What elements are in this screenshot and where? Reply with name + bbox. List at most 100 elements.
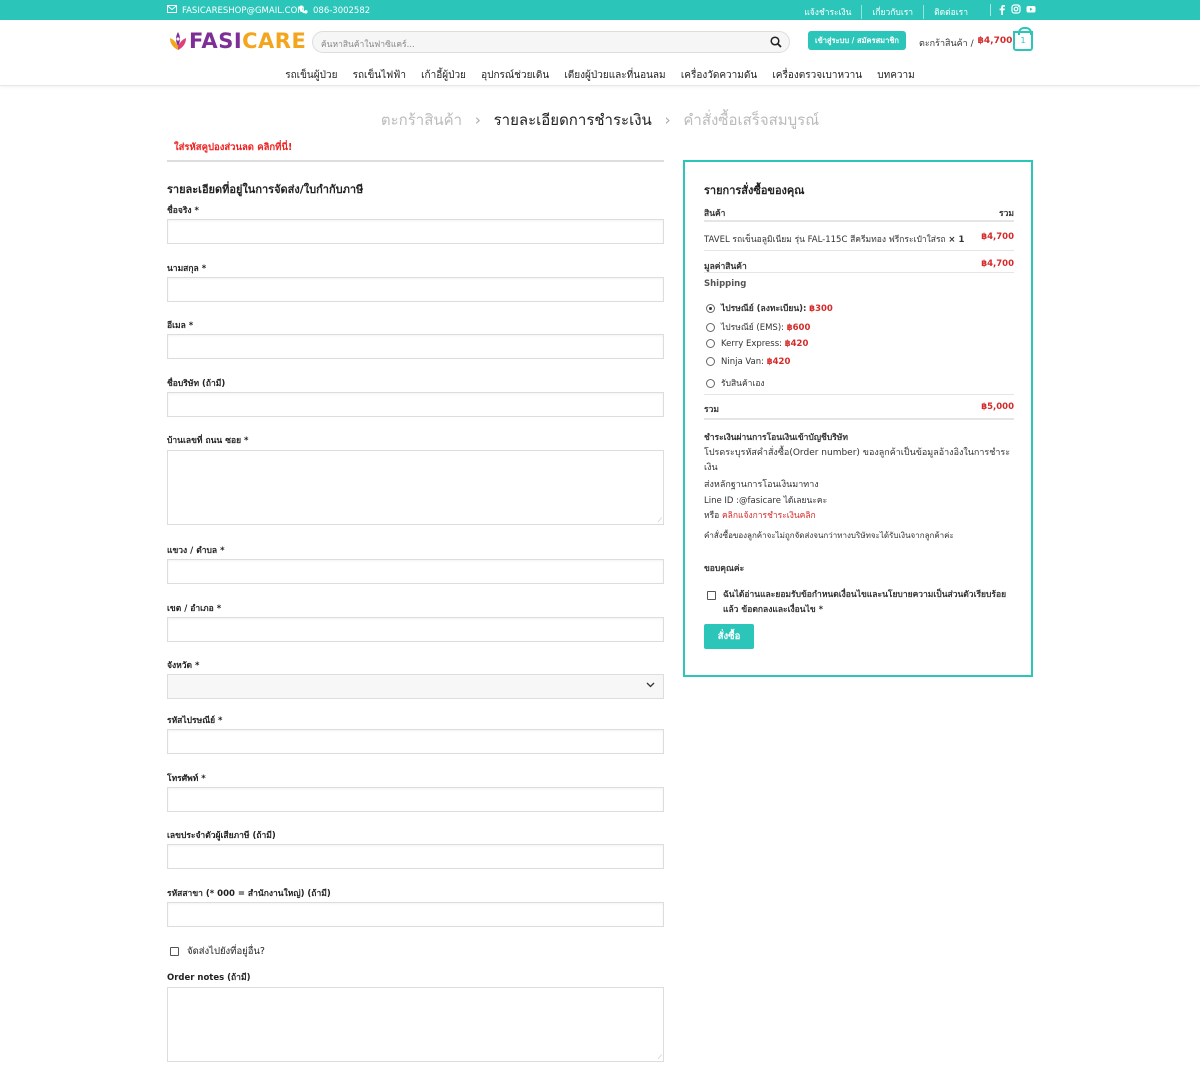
step-checkout[interactable]: รายละเอียดการชำระเงิน xyxy=(494,111,652,129)
top-link-payment[interactable]: แจ้งชำระเงิน xyxy=(794,5,861,19)
shipping-radio[interactable] xyxy=(706,339,715,348)
email-contact[interactable]: FASICARESHOP@GMAIL.COM xyxy=(167,5,305,16)
email-text: FASICARESHOP@GMAIL.COM xyxy=(182,5,305,16)
divider xyxy=(704,250,1014,251)
logo-text-fasi: FASI xyxy=(189,29,243,53)
chevron-down-icon xyxy=(646,681,655,691)
cart-label: ตะกร้าสินค้า / xyxy=(919,39,974,49)
order-notes-label: Order notes (ถ้ามี) xyxy=(167,973,251,983)
terms-checkbox[interactable] xyxy=(707,591,716,600)
nav-item-walking-aids[interactable]: อุปกรณ์ช่วยเดิน xyxy=(475,68,555,83)
search-placeholder: ค้นหาสินค้าในฟาซิแคร์... xyxy=(321,40,415,50)
top-links: แจ้งชำระเงิน เกี่ยวกับเรา ติดต่อเรา xyxy=(794,5,978,19)
last-name-label: นามสกุล * xyxy=(167,264,207,274)
shipping-radio[interactable] xyxy=(706,379,715,388)
cart-count: 1 xyxy=(1020,36,1026,45)
order-review-box: รายการสั่งซื้อของคุณ สินค้า รวม TAVEL รถ… xyxy=(683,160,1033,677)
company-input[interactable] xyxy=(167,392,664,417)
chevron-right-icon: › xyxy=(474,111,481,129)
payment-line-id: Line ID :@fasicare ได้เลยนะคะ xyxy=(704,496,828,506)
coupon-link[interactable]: ใส่รหัสคูปองส่วนลด คลิกที่นี่! xyxy=(174,140,292,155)
district-label: เขต / อำเภอ * xyxy=(167,604,222,614)
email-field[interactable] xyxy=(167,334,664,359)
nav-item-articles[interactable]: บทความ xyxy=(871,68,920,83)
phone-input[interactable] xyxy=(167,787,664,812)
shipping-radio[interactable] xyxy=(706,357,715,366)
tax-id-input[interactable] xyxy=(167,844,664,869)
top-link-about[interactable]: เกี่ยวกับเรา xyxy=(861,5,923,19)
ship-different-address[interactable]: จัดส่งไปยังที่อยู่อื่น? xyxy=(170,944,265,959)
search-input[interactable]: ค้นหาสินค้าในฟาซิแคร์... xyxy=(312,31,790,53)
cart-amount: ฿4,700 xyxy=(977,36,1013,46)
phone-text: 086-3002582 xyxy=(313,6,371,16)
subtotal-label: มูลค่าสินค้า xyxy=(704,262,747,272)
main-nav: รถเข็นผู้ป่วย รถเข็นไฟฟ้า เก้าอี้ผู้ป่วย… xyxy=(0,68,1200,83)
terms-row[interactable]: ฉันได้อ่านและยอมรับข้อกำหนดเงื่อนไขและนโ… xyxy=(704,588,1014,618)
instagram-icon[interactable] xyxy=(1011,4,1021,18)
shipping-option-kerry[interactable]: Kerry Express: ฿420 xyxy=(706,339,808,349)
postcode-input[interactable] xyxy=(167,729,664,754)
order-notes-textarea[interactable] xyxy=(167,987,664,1062)
divider xyxy=(167,160,664,162)
total-label: รวม xyxy=(704,405,719,415)
nav-item-glucose[interactable]: เครื่องตรวจเบาหวาน xyxy=(766,68,868,83)
phone-label: โทรศัพท์ * xyxy=(167,774,206,784)
tax-id-label: เลขประจำตัวผู้เสียภาษี (ถ้ามี) xyxy=(167,831,276,841)
first-name-label: ชื่อจริง * xyxy=(167,206,199,216)
col-total: รวม xyxy=(999,209,1014,219)
shipping-option-ems[interactable]: ไปรษณีย์ (EMS): ฿600 xyxy=(706,320,810,334)
last-name-input[interactable] xyxy=(167,277,664,302)
top-bar: FASICARESHOP@GMAIL.COM 086-3002582 แจ้งช… xyxy=(0,0,1200,20)
phone-contact[interactable]: 086-3002582 xyxy=(299,5,370,17)
nav-item-beds[interactable]: เตียงผู้ป่วยและที่นอนลม xyxy=(558,68,671,83)
youtube-icon[interactable] xyxy=(1026,4,1036,18)
item-qty: × 1 xyxy=(948,235,965,245)
divider xyxy=(704,220,1014,222)
shipping-label: Shipping xyxy=(704,279,747,289)
shipping-radio[interactable] xyxy=(706,323,715,332)
site-logo[interactable]: FASICARE xyxy=(167,29,306,53)
thanks-text: ขอบคุณค่ะ xyxy=(704,564,745,574)
logo-text-care: CARE xyxy=(242,29,307,53)
order-title: รายการสั่งซื้อของคุณ xyxy=(704,184,805,197)
cart-link[interactable]: ตะกร้าสินค้า / ฿4,700 xyxy=(919,36,1012,50)
checkout-steps: ตะกร้าสินค้า › รายละเอียดการชำระเงิน › ค… xyxy=(0,108,1200,132)
order-header-row: สินค้า รวม xyxy=(704,206,1014,220)
top-link-contact[interactable]: ติดต่อเรา xyxy=(923,5,978,19)
payment-title: ชำระเงินผ่านการโอนเงินเข้าบัญชีบริษัท xyxy=(704,433,848,443)
province-label: จังหวัด * xyxy=(167,661,200,671)
shipping-radio-selected[interactable] xyxy=(706,304,715,313)
subdistrict-label: แขวง / ตำบล * xyxy=(167,546,225,556)
total-value: ฿5,000 xyxy=(981,402,1014,412)
payment-proof: ส่งหลักฐานการโอนเงินมาทาง xyxy=(704,480,819,490)
place-order-button[interactable]: สั่งซื้อ xyxy=(704,624,754,649)
logo-icon xyxy=(170,32,186,50)
order-item-row: TAVEL รถเข็นอลูมิเนียม รุ่น FAL-115C สีค… xyxy=(704,232,1014,246)
province-select[interactable] xyxy=(167,674,664,699)
ship-different-checkbox[interactable] xyxy=(170,947,179,956)
nav-item-patient-chair[interactable]: เก้าอี้ผู้ป่วย xyxy=(415,68,472,83)
shipping-option-pickup[interactable]: รับสินค้าเอง xyxy=(706,376,765,390)
nav-item-electric-wheelchair[interactable]: รถเข็นไฟฟ้า xyxy=(347,68,412,83)
cart-icon[interactable]: 1 xyxy=(1013,27,1033,51)
subtotal-row: มูลค่าสินค้า ฿4,700 xyxy=(704,259,1014,273)
shipping-option-registered[interactable]: ไปรษณีย์ (ลงทะเบียน): ฿300 xyxy=(706,301,833,315)
district-input[interactable] xyxy=(167,617,664,642)
step-cart[interactable]: ตะกร้าสินค้า xyxy=(381,111,462,129)
address-textarea[interactable] xyxy=(167,450,664,525)
branch-input[interactable] xyxy=(167,902,664,927)
site-header: FASICARE ค้นหาสินค้าในฟาซิแคร์... เข้าสู… xyxy=(0,20,1200,86)
subdistrict-input[interactable] xyxy=(167,559,664,584)
divider xyxy=(704,418,1014,420)
facebook-icon[interactable] xyxy=(998,4,1006,18)
divider xyxy=(704,272,1014,273)
login-register-button[interactable]: เข้าสู่ระบบ / สมัครสมาชิก xyxy=(808,31,906,50)
payment-notify-link[interactable]: คลิกแจ้งการชำระเงินคลิก xyxy=(722,511,816,521)
divider xyxy=(704,394,1014,395)
nav-item-wheelchair[interactable]: รถเข็นผู้ป่วย xyxy=(279,68,343,83)
search-icon[interactable] xyxy=(770,36,782,51)
nav-item-blood-pressure[interactable]: เครื่องวัดความดัน xyxy=(675,68,763,83)
first-name-input[interactable] xyxy=(167,219,664,244)
shipping-option-ninja[interactable]: Ninja Van: ฿420 xyxy=(706,357,790,367)
phone-icon xyxy=(299,5,308,17)
